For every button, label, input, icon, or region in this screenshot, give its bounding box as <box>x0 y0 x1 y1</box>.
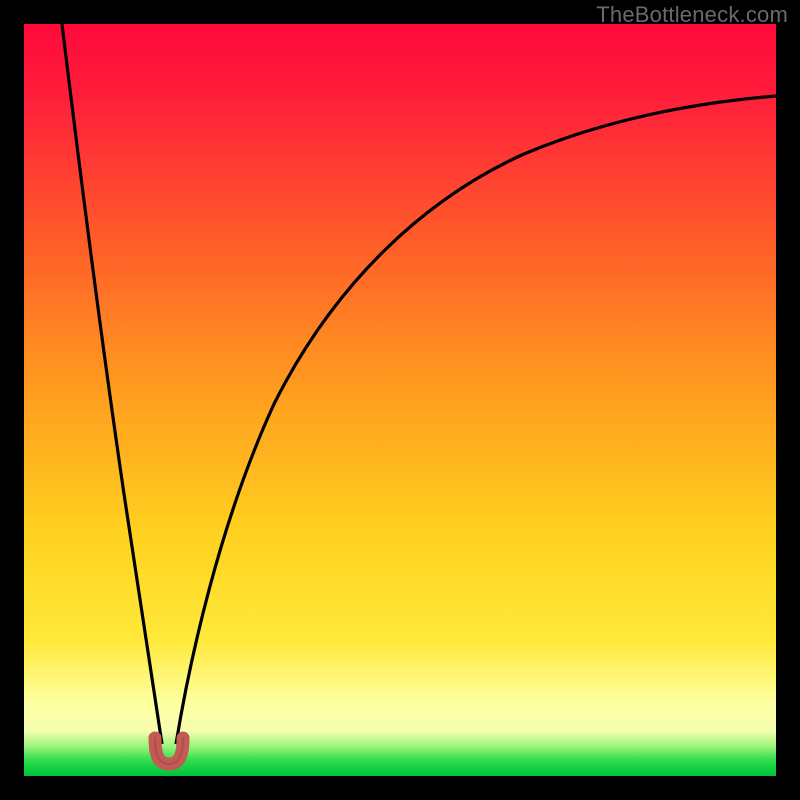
plot-area <box>24 24 776 776</box>
curve-left-branch <box>62 24 162 744</box>
curve-right-branch <box>176 96 776 744</box>
curve-layer <box>24 24 776 776</box>
